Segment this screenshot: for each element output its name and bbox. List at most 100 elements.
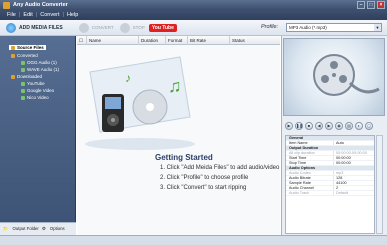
output-folder-label: Output Folder [12,226,39,231]
property-key: All clip duration [289,151,315,155]
audio-file-icon [21,60,25,65]
music-note-icon: ♫ [168,76,182,96]
profile-value: MP3 Audio (*.mp3) [289,25,327,30]
property-value [333,146,374,150]
folder-icon [11,74,15,79]
close-icon[interactable]: × [377,1,385,9]
youtube-button[interactable]: You Tube [148,23,177,32]
add-media-label: ADD MEDIA FILES [19,24,63,31]
convert-label: CONVERT [91,25,114,30]
property-value[interactable]: Default [333,191,374,195]
property-value[interactable]: 2 [333,186,374,190]
playback-controls: ▶ ❚❚ ■ ◀ ▶ ◉ ▤ ◐ ◻ [283,119,385,133]
properties-grid: General Item Name Auto Output Duration All c… [285,135,375,234]
sidebar-item-youtube[interactable]: YouTube [21,81,45,86]
sidebar [0,36,76,235]
file-table-header: ☐ Name Duration Format Bit Rate Status [77,35,280,45]
options-button[interactable]: ⚙ Options [42,226,65,232]
sidebar-item-nico-video[interactable]: Nico Video [21,95,49,100]
menu-bar: File | Edit | Convert | Help [0,10,387,20]
getting-started-step-1: 1. Click "Add Meida Files" to add audio/… [160,165,280,171]
property-key: Audio Bitrate [289,176,311,180]
minimize-icon[interactable]: – [357,1,365,9]
column-header-format[interactable]: Format [166,35,188,45]
stop-icon[interactable]: ■ [305,122,313,130]
pause-icon[interactable]: ❚❚ [295,122,303,130]
play-icon[interactable]: ▶ [285,122,293,130]
property-key: Item Name [289,141,308,145]
property-row[interactable]: Audio Track Default [286,191,374,196]
audio-file-icon [21,67,25,72]
menu-help[interactable]: Help [64,12,81,18]
property-key: Audio Channel [289,186,314,190]
status-bar [0,235,387,245]
convert-icon [78,22,89,33]
folder-icon [11,45,15,50]
property-value[interactable]: mp3 [333,171,374,175]
property-key: General [289,136,304,140]
property-value[interactable]: 00:00:00 [333,161,374,165]
sidebar-item-label: WAVE Audio (1) [27,67,60,72]
property-value[interactable]: 00:00:00 [333,156,374,160]
maximize-icon[interactable]: □ [367,1,375,9]
getting-started-step-2: 2. Click "Profile" to choose profile [160,175,249,181]
sidebar-item-source-files[interactable]: Source Files [9,45,46,50]
property-value[interactable]: 44100 [333,181,374,185]
stop-button[interactable]: STOP [119,22,145,34]
sidebar-item-ogg-audio[interactable]: OGG Audio (1) [21,60,57,65]
getting-started-illustration: ♫ ♪ [85,56,195,150]
stop-label: STOP [132,25,145,30]
fullscreen-icon[interactable]: ◻ [365,122,373,130]
sidebar-item-label: Converted [17,53,38,58]
column-header-status[interactable]: Status [230,36,280,45]
properties-scrollbar[interactable] [376,135,383,234]
column-header-name[interactable]: Name [87,35,139,45]
property-value [333,136,374,140]
getting-started-step-3: 3. Click "Convert" to start ripping [160,185,247,191]
sidebar-item-google-video[interactable]: Google Video [21,88,54,93]
sidebar-item-converted[interactable]: Converted [11,53,38,58]
app-logo-icon [3,1,10,9]
menu-file[interactable]: File [4,12,19,18]
sidebar-item-downloaded[interactable]: Downloaded [11,74,42,79]
property-key: Audio Track [289,191,310,195]
convert-button[interactable]: CONVERT [78,22,114,34]
music-note-icon: ♪ [125,71,131,85]
video-source-icon [21,81,25,86]
options-label: Options [49,226,65,231]
folder-icon[interactable]: ▤ [345,122,353,130]
profile-dropdown[interactable]: MP3 Audio (*.mp3) ▼ [286,23,382,32]
sidebar-item-label: Nico Video [27,95,49,100]
profile-label: Profile: [261,24,279,30]
sidebar-item-label: Source Files [17,45,44,50]
property-key: Start Time [289,156,307,160]
property-value[interactable]: Auto [333,141,374,145]
sidebar-item-label: YouTube [27,81,45,86]
property-value[interactable]: 128 [333,176,374,180]
add-media-files-button[interactable]: ADD MEDIA FILES [6,22,63,34]
output-folder-button[interactable]: 📁 Output Folder [3,226,39,232]
add-media-icon [6,22,16,33]
next-icon[interactable]: ▶ [325,122,333,130]
menu-convert[interactable]: Convert [37,12,62,18]
column-header-duration[interactable]: Duration [139,35,166,45]
menu-edit[interactable]: Edit [20,12,35,18]
snapshot-icon[interactable]: ◉ [335,122,343,130]
chevron-down-icon[interactable]: ▼ [374,24,381,31]
property-key: Stop Time [289,161,307,165]
preview-pane [283,38,385,116]
select-all-checkbox[interactable]: ☐ [77,35,87,45]
stop-icon [119,22,130,33]
sidebar-item-wave-audio[interactable]: WAVE Audio (1) [21,67,59,72]
property-value [333,166,374,170]
volume-icon[interactable]: ◐ [355,122,363,130]
film-reel-icon [313,54,380,96]
window-title: Any Audio Converter [13,2,68,8]
video-source-icon [21,88,25,93]
getting-started-title: Getting Started [155,153,213,162]
property-value[interactable]: 00:00:00-00:00:00 [333,151,374,155]
folder-icon [11,53,15,58]
sidebar-item-label: OGG Audio (1) [27,60,57,65]
previous-icon[interactable]: ◀ [315,122,323,130]
column-header-bitrate[interactable]: Bit Rate [188,35,230,45]
